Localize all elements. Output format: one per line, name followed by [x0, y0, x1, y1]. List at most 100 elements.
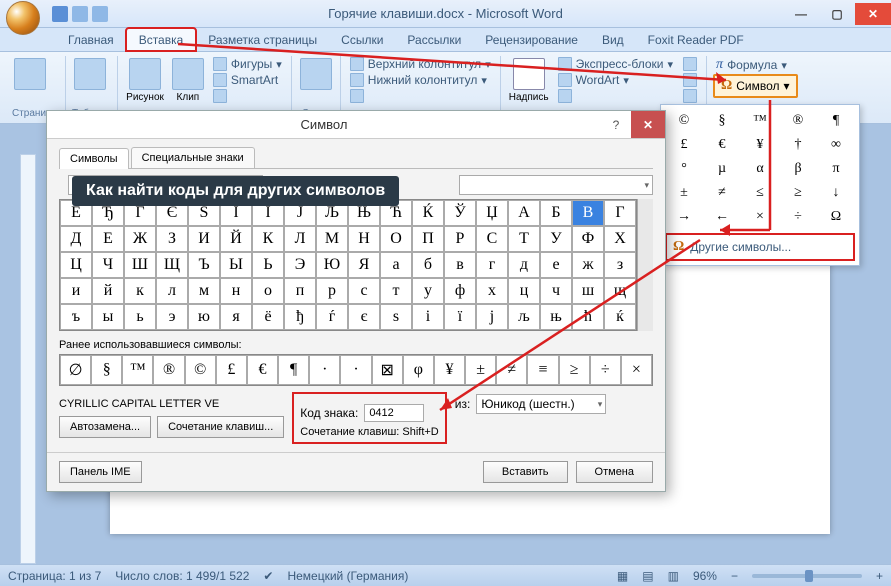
tab-home[interactable]: Главная	[56, 29, 126, 51]
recent-cell[interactable]: φ	[403, 355, 434, 385]
date-button[interactable]	[680, 72, 700, 88]
char-cell[interactable]: К	[252, 226, 284, 252]
recent-cell[interactable]: ¥	[434, 355, 465, 385]
symbol-panel-cell[interactable]: ©	[665, 109, 703, 133]
recent-cell[interactable]: ∅	[60, 355, 91, 385]
symbol-panel-cell[interactable]: α	[741, 157, 779, 181]
char-cell[interactable]: Ќ	[412, 200, 444, 226]
char-cell[interactable]: а	[380, 252, 412, 278]
char-cell[interactable]: Џ	[476, 200, 508, 226]
sig-button[interactable]	[680, 56, 700, 72]
pagenum-button[interactable]	[347, 88, 494, 104]
symbol-panel-cell[interactable]: ←	[703, 205, 741, 229]
symbol-panel-cell[interactable]: €	[703, 133, 741, 157]
status-words[interactable]: Число слов: 1 499/1 522	[115, 569, 249, 583]
symbol-panel-cell[interactable]: £	[665, 133, 703, 157]
char-cell[interactable]: Ф	[572, 226, 604, 252]
textbox-button[interactable]: Надпись	[507, 56, 551, 105]
tab-references[interactable]: Ссылки	[329, 29, 395, 51]
char-cell[interactable]: Ы	[220, 252, 252, 278]
recent-cell[interactable]: ™	[122, 355, 153, 385]
symbol-panel-cell[interactable]: →	[665, 205, 703, 229]
express-button[interactable]: Экспресс-блоки ▾	[555, 56, 676, 72]
char-cell[interactable]: щ	[604, 278, 636, 304]
char-cell[interactable]: и	[60, 278, 92, 304]
recent-cell[interactable]: §	[91, 355, 122, 385]
code-input[interactable]	[364, 404, 424, 422]
symbol-panel-cell[interactable]: Ω	[817, 205, 855, 229]
clip-button[interactable]: Клип	[170, 56, 206, 105]
char-cell[interactable]: Х	[604, 226, 636, 252]
status-proofing-icon[interactable]: ✔	[263, 569, 273, 583]
char-cell[interactable]: И	[188, 226, 220, 252]
zoom-in-button[interactable]: +	[876, 569, 883, 583]
char-cell[interactable]: ф	[444, 278, 476, 304]
char-cell[interactable]: п	[284, 278, 316, 304]
char-cell[interactable]: љ	[508, 304, 540, 330]
smartart-button[interactable]: SmartArt	[210, 72, 285, 88]
char-cell[interactable]: с	[348, 278, 380, 304]
char-cell[interactable]: у	[412, 278, 444, 304]
symbol-panel-cell[interactable]: ÷	[779, 205, 817, 229]
symbol-panel-cell[interactable]: β	[779, 157, 817, 181]
recent-cell[interactable]: £	[216, 355, 247, 385]
recent-cell[interactable]: ·	[309, 355, 340, 385]
recent-cell[interactable]: ≠	[496, 355, 527, 385]
char-cell[interactable]: ѓ	[316, 304, 348, 330]
picture-button[interactable]: Рисунок	[124, 56, 166, 105]
maximize-button[interactable]: ▢	[819, 3, 855, 25]
char-cell[interactable]: Ч	[92, 252, 124, 278]
footer-button[interactable]: Нижний колонтитул ▾	[347, 72, 494, 88]
char-cell[interactable]: Д	[60, 226, 92, 252]
char-cell[interactable]: Щ	[156, 252, 188, 278]
view-print-icon[interactable]: ▦	[617, 569, 628, 583]
char-cell[interactable]: р	[316, 278, 348, 304]
char-cell[interactable]: Ў	[444, 200, 476, 226]
obj-button[interactable]	[680, 88, 700, 104]
symbol-panel-cell[interactable]: †	[779, 133, 817, 157]
char-cell[interactable]: д	[508, 252, 540, 278]
char-cell[interactable]: Я	[348, 252, 380, 278]
char-cell[interactable]: ч	[540, 278, 572, 304]
char-cell[interactable]: С	[476, 226, 508, 252]
symbol-panel-cell[interactable]: §	[703, 109, 741, 133]
char-cell[interactable]: т	[380, 278, 412, 304]
char-cell[interactable]: ц	[508, 278, 540, 304]
recent-cell[interactable]: ®	[153, 355, 184, 385]
char-cell[interactable]: я	[220, 304, 252, 330]
char-cell[interactable]: в	[444, 252, 476, 278]
recent-cell[interactable]: ¶	[278, 355, 309, 385]
symbol-panel-cell[interactable]: µ	[703, 157, 741, 181]
char-cell[interactable]: о	[252, 278, 284, 304]
char-cell[interactable]: М	[316, 226, 348, 252]
dialog-help-button[interactable]: ?	[601, 118, 631, 132]
char-cell[interactable]: ќ	[604, 304, 636, 330]
view-web-icon[interactable]: ▥	[668, 569, 679, 583]
char-cell[interactable]: ѕ	[380, 304, 412, 330]
char-cell[interactable]: к	[124, 278, 156, 304]
tab-pagelayout[interactable]: Разметка страницы	[196, 29, 329, 51]
undo-icon[interactable]	[72, 6, 88, 22]
recent-cell[interactable]: ÷	[590, 355, 621, 385]
char-cell[interactable]: Е	[92, 226, 124, 252]
recent-cell[interactable]: ©	[185, 355, 216, 385]
char-cell[interactable]: г	[476, 252, 508, 278]
header-button[interactable]: Верхний колонтитул ▾	[347, 56, 494, 72]
recent-symbols-grid[interactable]: ∅§™®©£€¶··⊠φ¥±≠≡≥÷×	[59, 354, 653, 386]
char-cell[interactable]: ї	[444, 304, 476, 330]
more-symbols-button[interactable]: Ω Другие символы...	[665, 233, 855, 261]
save-icon[interactable]	[52, 6, 68, 22]
symbol-panel-cell[interactable]: ≥	[779, 181, 817, 205]
char-cell[interactable]: б	[412, 252, 444, 278]
dialog-tab-special[interactable]: Специальные знаки	[131, 147, 255, 168]
table-button[interactable]	[72, 56, 108, 92]
char-cell[interactable]: ъ	[60, 304, 92, 330]
recent-cell[interactable]: €	[247, 355, 278, 385]
chart-button[interactable]	[210, 88, 285, 104]
recent-cell[interactable]: ≥	[559, 355, 590, 385]
tab-mailings[interactable]: Рассылки	[395, 29, 473, 51]
symbol-panel-cell[interactable]: ¶	[817, 109, 855, 133]
pages-button[interactable]	[12, 56, 48, 92]
from-combo[interactable]: Юникод (шестн.)	[476, 394, 606, 414]
char-cell[interactable]: Г	[604, 200, 636, 226]
